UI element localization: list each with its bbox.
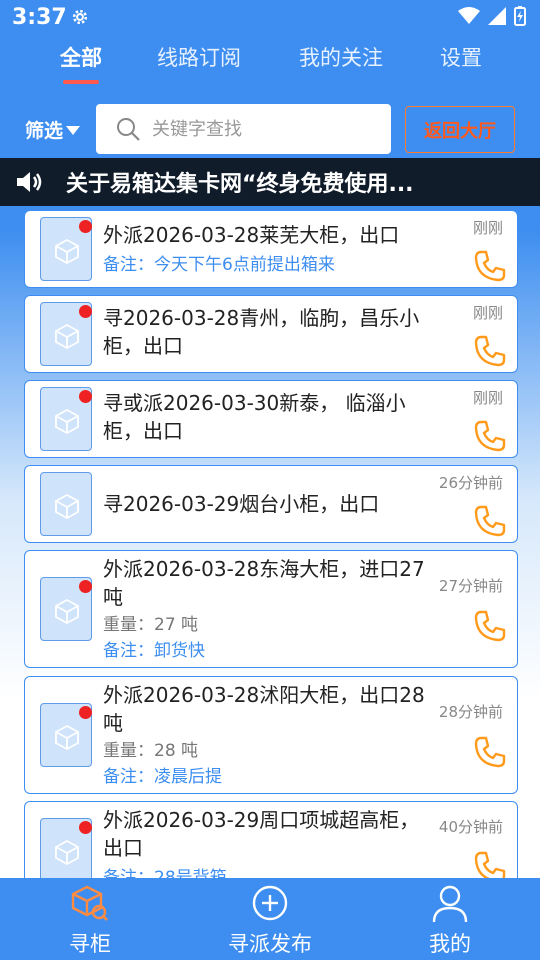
active-tab-indicator [63, 80, 99, 84]
bottom-nav: 寻柜 寻派发布 我的 [0, 878, 540, 960]
listing-card[interactable]: 寻2026-03-28青州，临朐，昌乐小柜，出口 刚刚 [24, 295, 518, 373]
caret-down-icon [66, 125, 81, 135]
listing-title: 寻或派2026-03-30新泰， 临淄小柜，出口 [103, 391, 406, 443]
tab-all[interactable]: 全部 [21, 42, 141, 72]
top-tabs: 全部 线路订阅 我的关注 设置 [0, 38, 540, 88]
container-search-icon [71, 885, 108, 921]
container-thumbnail [40, 387, 92, 451]
listing-title: 外派2026-03-28东海大柜，进口27吨 [103, 557, 425, 609]
add-circle-icon [252, 885, 288, 921]
nav-find-container[interactable]: 寻柜 [0, 878, 180, 960]
unread-dot [79, 580, 92, 593]
phone-icon[interactable] [473, 609, 507, 643]
back-to-hall-button[interactable]: 返回大厅 [405, 106, 515, 153]
listing-time: 刚刚 [472, 389, 503, 407]
listing-title: 外派2026-03-28莱芜大柜，出口 [103, 223, 400, 247]
container-thumbnail [40, 217, 92, 281]
container-thumbnail [40, 302, 92, 366]
status-time: 3:37 [12, 5, 67, 30]
listing-time: 26分钟前 [438, 474, 503, 492]
listing-card[interactable]: 寻或派2026-03-30新泰， 临淄小柜，出口 刚刚 [24, 380, 518, 458]
phone-icon[interactable] [473, 249, 507, 283]
tab-settings[interactable]: 设置 [401, 42, 521, 72]
nav-label: 寻派发布 [228, 932, 312, 956]
gear-icon [72, 9, 88, 25]
battery-icon [514, 6, 526, 26]
box-icon [55, 724, 79, 750]
listing-card[interactable]: 外派2026-03-28沭阳大柜，出口28吨 重量：28 吨 备注：凌晨后提 2… [24, 676, 518, 794]
nav-mine[interactable]: 我的 [360, 878, 540, 960]
box-icon [55, 408, 79, 434]
listing-note: 备注：今天下午6点前提出箱来 [103, 255, 335, 275]
listing-card[interactable]: 外派2026-03-28莱芜大柜，出口 备注：今天下午6点前提出箱来 刚刚 [24, 210, 518, 288]
phone-icon[interactable] [473, 334, 507, 368]
listing-weight: 重量：27 吨 [103, 615, 199, 635]
listing-time: 刚刚 [472, 219, 503, 237]
listing-time: 28分钟前 [438, 703, 503, 721]
filter-dropdown[interactable]: 筛选 [25, 116, 81, 143]
wifi-icon [458, 7, 480, 24]
listing-title: 寻2026-03-29烟台小柜，出口 [103, 492, 380, 516]
box-icon [55, 839, 79, 865]
listing-time: 40分钟前 [438, 818, 503, 836]
listing-card[interactable]: 外派2026-03-28东海大柜，进口27吨 重量：27 吨 备注：卸货快 27… [24, 550, 518, 668]
box-icon [55, 493, 79, 519]
search-icon [117, 118, 140, 141]
listing-title: 外派2026-03-29周口项城超高柜，出口 [103, 808, 420, 860]
listing-title: 外派2026-03-28沭阳大柜，出口28吨 [103, 683, 425, 735]
listing-time: 刚刚 [472, 304, 503, 322]
tab-my-follows[interactable]: 我的关注 [281, 42, 401, 72]
box-icon [55, 323, 79, 349]
notice-text: 关于易箱达集卡网“终身免费使用... [66, 172, 414, 197]
search-box[interactable] [96, 104, 391, 154]
status-bar: 3:37 [0, 0, 540, 36]
notice-bar[interactable]: 关于易箱达集卡网“终身免费使用... [0, 158, 540, 206]
container-thumbnail [40, 703, 92, 767]
listing-weight: 重量：28 吨 [103, 741, 199, 761]
unread-dot [79, 390, 92, 403]
listing-note: 备注：凌晨后提 [103, 767, 222, 787]
filter-label: 筛选 [25, 120, 64, 142]
phone-icon[interactable] [473, 419, 507, 453]
listing-card[interactable]: 寻2026-03-29烟台小柜，出口 26分钟前 [24, 465, 518, 543]
listing-title: 寻2026-03-28青州，临朐，昌乐小柜，出口 [103, 306, 420, 358]
container-thumbnail [40, 818, 92, 882]
unread-dot [79, 821, 92, 834]
unread-dot [79, 220, 92, 233]
listing-time: 27分钟前 [438, 577, 503, 595]
phone-icon[interactable] [473, 735, 507, 769]
speaker-icon [17, 172, 42, 192]
nav-label: 我的 [429, 932, 471, 956]
tab-route-subscription[interactable]: 线路订阅 [139, 42, 259, 72]
unread-dot [79, 305, 92, 318]
person-icon [432, 885, 468, 923]
signal-icon [488, 7, 506, 25]
box-icon [55, 598, 79, 624]
nav-label: 寻柜 [69, 932, 111, 956]
listing-note: 备注：卸货快 [103, 641, 205, 661]
phone-icon[interactable] [473, 504, 507, 538]
container-thumbnail [40, 472, 92, 536]
unread-dot [79, 706, 92, 719]
nav-publish[interactable]: 寻派发布 [180, 878, 360, 960]
box-icon [55, 238, 79, 264]
container-thumbnail [40, 577, 92, 641]
search-input[interactable] [152, 114, 382, 144]
